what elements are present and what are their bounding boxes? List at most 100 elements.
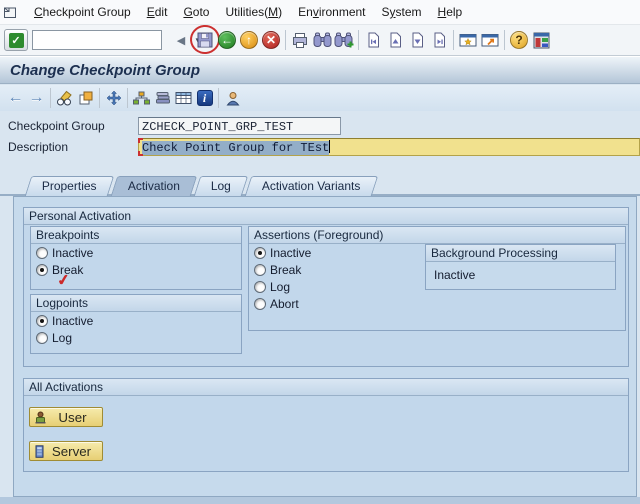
enter-icon: ✓ — [9, 33, 24, 48]
radio-logpoints-inactive[interactable]: Inactive — [31, 312, 241, 329]
assertions-title: Assertions (Foreground) — [249, 227, 625, 244]
tab-log[interactable]: Log — [193, 176, 248, 196]
other-object-icon — [78, 90, 94, 106]
toolbar-divider — [50, 88, 51, 108]
checkpoint-group-field[interactable]: ZCHECK_POINT_GRP_TEST — [138, 117, 341, 135]
page-up-button[interactable] — [384, 28, 406, 52]
hierarchy-icon — [132, 91, 151, 105]
first-page-button[interactable] — [362, 28, 384, 52]
description-label: Description — [8, 139, 68, 156]
radio-icon[interactable] — [254, 247, 266, 259]
back-icon: ← — [218, 31, 236, 49]
radio-icon[interactable] — [36, 264, 48, 276]
background-processing-box: Background Processing Inactive — [425, 244, 616, 290]
radio-assertions-abort[interactable]: Abort — [249, 295, 625, 312]
tab-strip: Properties Activation Log Activation Var… — [28, 175, 377, 196]
menu-edit[interactable]: Edit — [139, 3, 176, 21]
radio-logpoints-log[interactable]: Log — [31, 329, 241, 346]
all-activations-title: All Activations — [24, 379, 628, 396]
next-button[interactable]: → — [26, 87, 47, 109]
other-object-button[interactable] — [75, 87, 96, 109]
save-button[interactable] — [194, 28, 216, 52]
radio-icon[interactable] — [36, 315, 48, 327]
menu-help[interactable]: Help — [430, 3, 471, 21]
find-icon — [313, 32, 332, 48]
description-value: Check Point Group for TEst — [142, 141, 329, 155]
info-icon: i — [197, 90, 213, 106]
menu-checkpoint-group[interactable]: Checkpoint Group — [26, 3, 139, 21]
hierarchy-button[interactable] — [131, 87, 152, 109]
server-icon — [34, 445, 45, 458]
previous-button[interactable]: ← — [5, 87, 26, 109]
customize-layout-button[interactable] — [530, 28, 552, 52]
find-next-button[interactable] — [333, 28, 355, 52]
toolbar-divider — [127, 88, 128, 108]
next-icon: → — [29, 88, 45, 108]
help-button[interactable]: ? — [508, 28, 530, 52]
toolbar-divider — [453, 30, 454, 50]
exit-button[interactable]: ↑ — [238, 28, 260, 52]
radio-icon[interactable] — [254, 281, 266, 293]
user-button[interactable]: User — [29, 407, 103, 427]
radio-breakpoints-inactive[interactable]: Inactive — [31, 244, 241, 261]
back-button[interactable]: ← — [216, 28, 238, 52]
move-button[interactable] — [103, 87, 124, 109]
tab-activation-variants[interactable]: Activation Variants — [245, 176, 378, 196]
last-page-button[interactable] — [428, 28, 450, 52]
cancel-icon: ✕ — [262, 31, 280, 49]
cancel-button[interactable]: ✕ — [260, 28, 282, 52]
shortcut-button[interactable] — [479, 28, 501, 52]
previous-icon: ← — [8, 88, 24, 108]
activation-tab-panel: Personal Activation Breakpoints Inactive… — [13, 196, 637, 497]
menu-system[interactable]: System — [374, 3, 430, 21]
find-button[interactable] — [311, 28, 333, 52]
background-processing-title: Background Processing — [426, 245, 615, 262]
description-field[interactable]: Check Point Group for TEst — [138, 138, 640, 156]
enter-button[interactable]: ✓ — [4, 29, 28, 51]
page-down-button[interactable] — [406, 28, 428, 52]
toolbar-divider — [99, 88, 100, 108]
radio-icon[interactable] — [36, 247, 48, 259]
shortcut-icon — [481, 33, 499, 47]
print-button[interactable] — [289, 28, 311, 52]
menu-goto[interactable]: Goto — [175, 3, 217, 21]
display-change-button[interactable] — [54, 87, 75, 109]
collapse-toolbar-icon[interactable]: ◀ — [170, 28, 192, 52]
tab-activation[interactable]: Activation — [110, 176, 197, 196]
menu-utilities[interactable]: Utilities(M) — [217, 3, 290, 21]
last-page-icon — [433, 32, 446, 48]
all-activations-group: All Activations User Server — [23, 378, 629, 472]
table-view-button[interactable] — [173, 87, 194, 109]
system-menu-icon[interactable] — [3, 5, 18, 20]
move-icon — [106, 90, 122, 106]
toolbar-divider — [218, 88, 219, 108]
radio-icon[interactable] — [36, 332, 48, 344]
stack-button[interactable] — [152, 87, 173, 109]
page-up-icon — [389, 32, 402, 48]
tab-properties[interactable]: Properties — [25, 176, 114, 196]
checkpoint-group-label: Checkpoint Group — [8, 118, 105, 135]
radio-breakpoints-break[interactable]: Break — [31, 261, 241, 278]
radio-icon[interactable] — [254, 298, 266, 310]
new-session-button[interactable] — [457, 28, 479, 52]
checkpoint-group-value: ZCHECK_POINT_GRP_TEST — [142, 120, 293, 134]
server-button[interactable]: Server — [29, 441, 103, 461]
new-session-icon — [459, 33, 477, 47]
personal-activation-title: Personal Activation — [24, 208, 628, 225]
title-bar: Change Checkpoint Group — [0, 56, 640, 84]
text-cursor — [329, 140, 330, 153]
customize-layout-icon — [533, 32, 550, 49]
logpoints-title: Logpoints — [31, 295, 241, 312]
user-assignment-button[interactable] — [222, 87, 243, 109]
table-view-icon — [175, 91, 192, 105]
toolbar-divider — [358, 30, 359, 50]
radio-icon[interactable] — [254, 264, 266, 276]
stack-icon — [155, 91, 171, 105]
menu-environment[interactable]: Environment — [290, 3, 373, 21]
bottom-strip — [0, 497, 640, 504]
command-field-wrap: ▼ — [32, 30, 162, 50]
info-button[interactable]: i — [194, 87, 215, 109]
sap-window: Checkpoint Group Edit Goto Utilities(M) … — [0, 0, 640, 504]
exit-icon: ↑ — [240, 31, 258, 49]
save-icon — [196, 31, 214, 49]
